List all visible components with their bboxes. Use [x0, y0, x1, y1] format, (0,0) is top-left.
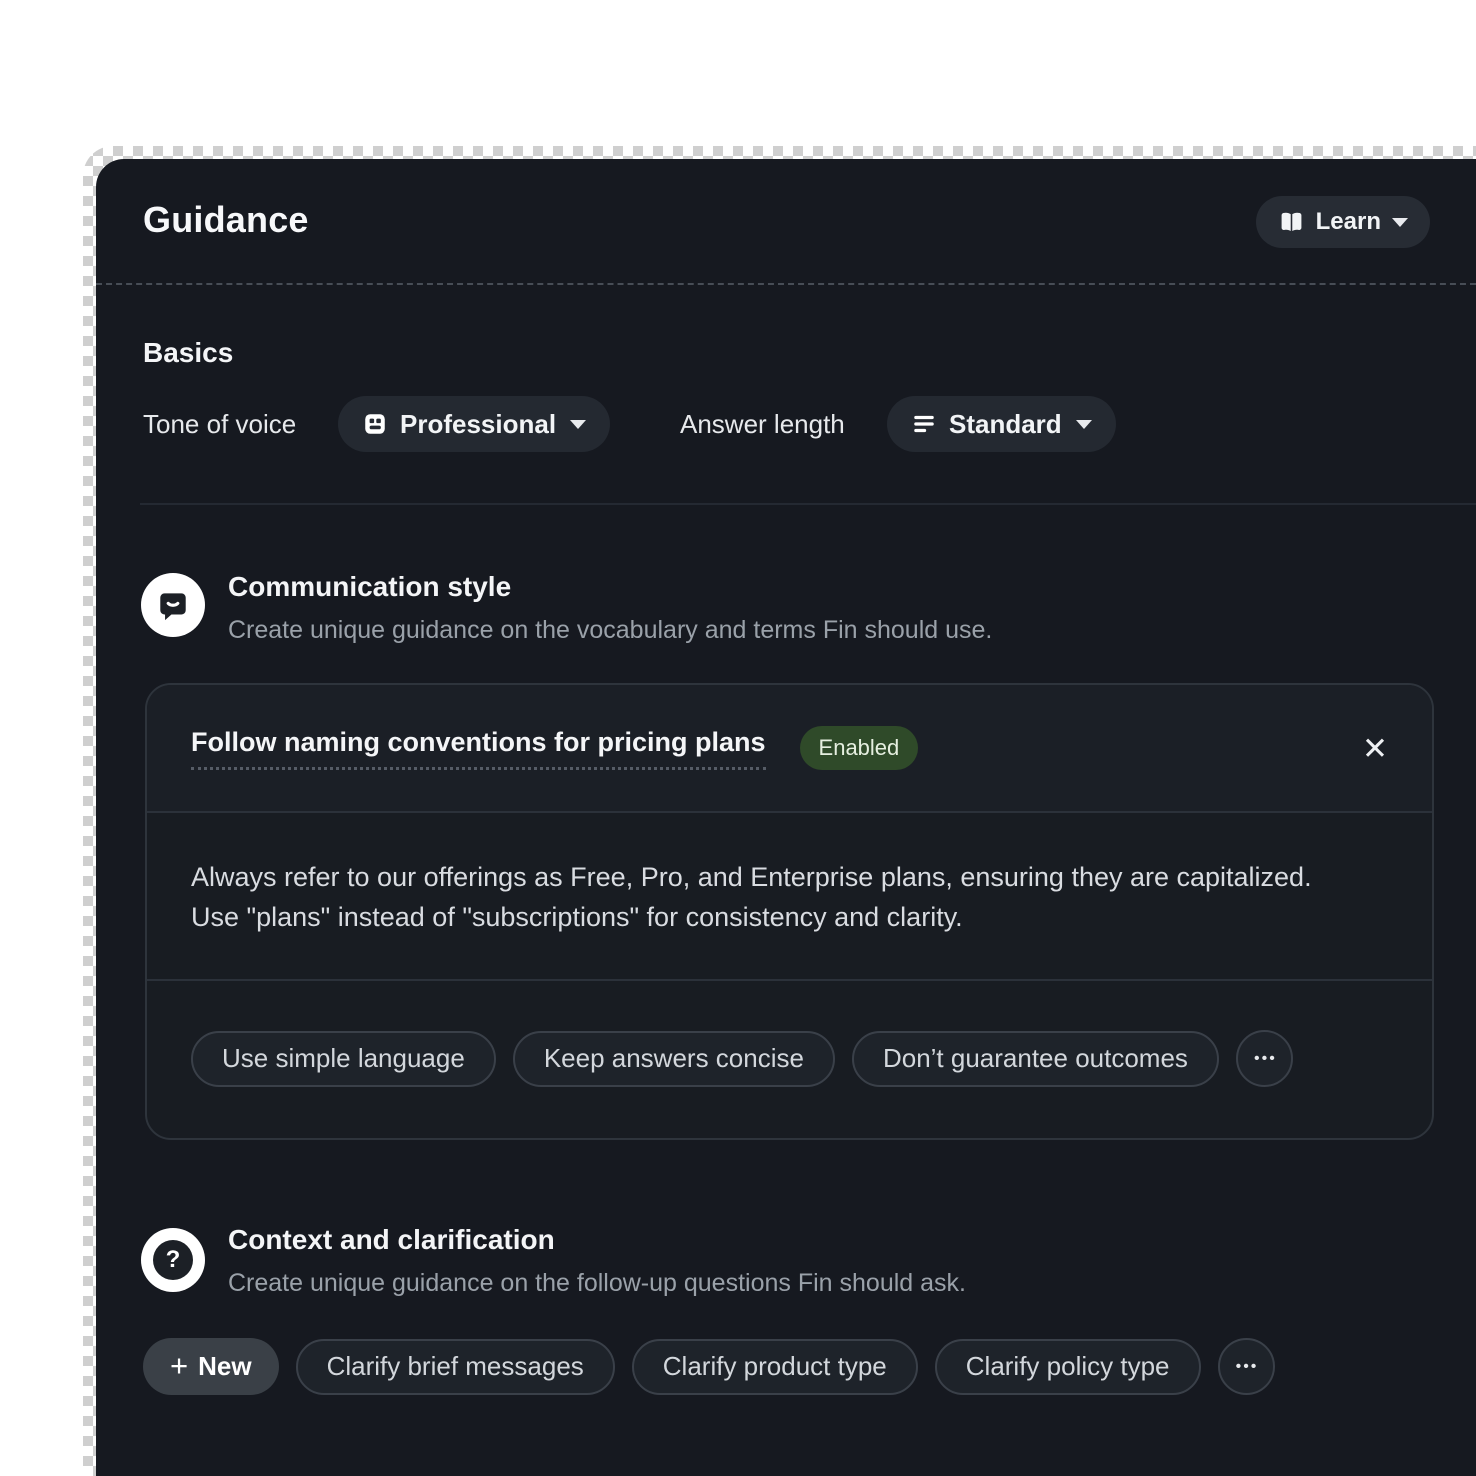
ellipsis-icon: •••	[1252, 1050, 1277, 1068]
answer-length-value: Standard	[949, 409, 1062, 440]
context-clarification-subtitle: Create unique guidance on the follow-up …	[228, 1269, 966, 1298]
guidance-card-footer: Use simple language Keep answers concise…	[147, 981, 1432, 1136]
basics-divider	[140, 503, 1476, 505]
text-lines-icon	[911, 411, 937, 437]
more-chips-button[interactable]: •••	[1218, 1338, 1275, 1395]
chip-clarify-brief-messages[interactable]: Clarify brief messages	[296, 1339, 615, 1395]
plus-icon: +	[170, 1350, 188, 1381]
chevron-down-icon	[1076, 420, 1092, 429]
guidance-panel: Guidance Learn Basics Tone of voice	[96, 159, 1476, 1476]
answer-length-dropdown[interactable]: Standard	[887, 396, 1116, 452]
page: Guidance Learn Basics Tone of voice	[0, 0, 1476, 1476]
question-mark-icon: ?	[141, 1228, 205, 1292]
learn-label: Learn	[1316, 208, 1381, 236]
tone-of-voice-dropdown[interactable]: Professional	[338, 396, 610, 452]
tag-dont-guarantee-outcomes[interactable]: Don’t guarantee outcomes	[852, 1031, 1219, 1087]
guidance-body-line-2: Use "plans" instead of "subscriptions" f…	[191, 897, 1388, 937]
question-mark-glyph: ?	[153, 1240, 193, 1280]
guidance-card-title[interactable]: Follow naming conventions for pricing pl…	[191, 727, 766, 770]
header-dashed-divider	[96, 283, 1476, 285]
learn-button[interactable]: Learn	[1256, 196, 1430, 248]
tone-of-voice-label: Tone of voice	[143, 409, 296, 440]
chip-clarify-policy-type[interactable]: Clarify policy type	[935, 1339, 1201, 1395]
communication-style-subtitle: Create unique guidance on the vocabulary…	[228, 616, 992, 645]
chevron-down-icon	[570, 420, 586, 429]
ellipsis-icon: •••	[1234, 1358, 1259, 1376]
new-button-label: New	[198, 1351, 251, 1382]
chevron-down-icon	[1392, 218, 1408, 227]
page-title: Guidance	[143, 199, 309, 241]
more-tags-button[interactable]: •••	[1236, 1030, 1293, 1087]
new-guidance-button[interactable]: + New	[143, 1338, 279, 1395]
guidance-card-body[interactable]: Always refer to our offerings as Free, P…	[147, 813, 1432, 981]
context-buttons-row: + New Clarify brief messages Clarify pro…	[143, 1338, 1275, 1395]
close-icon[interactable]: ✕	[1362, 733, 1388, 764]
book-icon	[1278, 209, 1305, 236]
guidance-body-line-1: Always refer to our offerings as Free, P…	[191, 857, 1388, 897]
chip-clarify-product-type[interactable]: Clarify product type	[632, 1339, 918, 1395]
tag-use-simple-language[interactable]: Use simple language	[191, 1031, 496, 1087]
chat-bubble-icon	[141, 573, 205, 637]
answer-length-label: Answer length	[680, 409, 845, 440]
guidance-card: Follow naming conventions for pricing pl…	[145, 683, 1434, 1140]
communication-style-title: Communication style	[228, 571, 511, 603]
tone-of-voice-value: Professional	[400, 409, 556, 440]
tag-keep-answers-concise[interactable]: Keep answers concise	[513, 1031, 835, 1087]
status-badge: Enabled	[800, 726, 919, 770]
guidance-card-header: Follow naming conventions for pricing pl…	[147, 685, 1432, 813]
context-clarification-title: Context and clarification	[228, 1224, 555, 1256]
basics-section-title: Basics	[143, 337, 233, 369]
professional-badge-icon	[362, 411, 388, 437]
